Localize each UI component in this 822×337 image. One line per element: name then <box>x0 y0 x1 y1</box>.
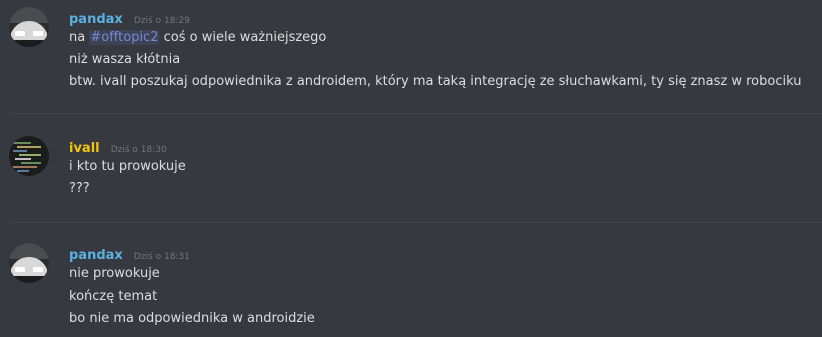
message-text: na <box>69 30 90 45</box>
message-header: pandax Dziś o 18:29 <box>69 8 190 27</box>
avatar[interactable] <box>9 136 49 176</box>
username-pandax[interactable]: pandax <box>69 248 123 263</box>
message-line: bo nie ma odpowiednika w androidzie <box>69 311 315 326</box>
message-header: pandax Dziś o 18:31 <box>69 244 190 263</box>
message-line: niż wasza kłótnia <box>69 52 181 67</box>
message-timestamp: Dziś o 18:29 <box>133 16 190 26</box>
message-header: ivall Dziś o 18:30 <box>69 137 167 156</box>
message-text: coś o wiele ważniejszego <box>159 30 327 45</box>
message-line: btw. ivall poszukaj odpowiednika z andro… <box>69 74 802 89</box>
username-ivall[interactable]: ivall <box>69 141 100 156</box>
message-line: nie prowokuje <box>69 266 160 281</box>
username-pandax[interactable]: pandax <box>69 12 123 27</box>
message-line: kończę temat <box>69 289 158 304</box>
avatar[interactable] <box>9 243 49 283</box>
avatar[interactable] <box>9 7 49 47</box>
car-avatar-icon <box>9 243 49 283</box>
channel-mention[interactable]: #offtopic2 <box>89 30 160 45</box>
message-line: i kto tu prowokuje <box>69 159 186 174</box>
message-line: na #offtopic2 coś o wiele ważniejszego <box>69 30 326 46</box>
message-timestamp: Dziś o 18:30 <box>110 145 167 155</box>
message-timestamp: Dziś o 18:31 <box>133 252 190 262</box>
message-divider <box>10 113 822 114</box>
chat-messages: pandax Dziś o 18:29 na #offtopic2 coś o … <box>0 0 822 337</box>
message-divider <box>10 222 822 223</box>
code-screen-avatar-icon <box>9 136 49 176</box>
car-avatar-icon <box>9 7 49 47</box>
message-line: ??? <box>69 181 90 196</box>
